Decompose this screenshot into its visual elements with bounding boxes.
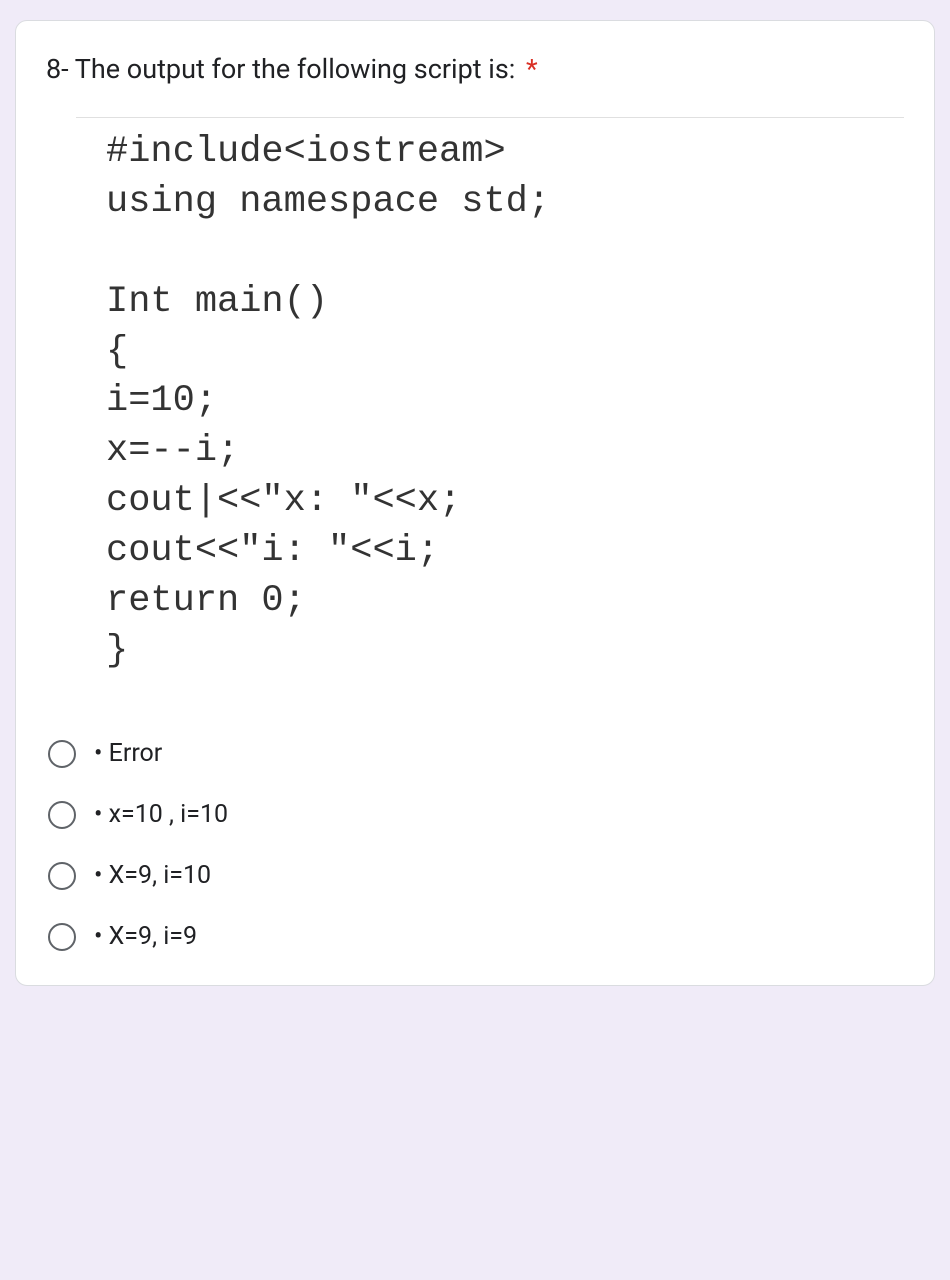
option-x9-i10[interactable]: • X=9, i=10 [46,847,904,904]
question-text-row: 8- The output for the following script i… [46,51,904,89]
radio-icon [48,923,76,951]
option-label: • X=9, i=10 [94,861,211,890]
options-group: • Error • x=10 , i=10 • X=9, i=10 • X=9,… [46,725,904,965]
option-x10-i10[interactable]: • x=10 , i=10 [46,786,904,843]
code-line: cout<<"i: "<<i; [106,527,884,577]
required-star: * [526,53,538,85]
radio-icon [48,862,76,890]
code-line: i=10; [106,377,884,427]
question-text: 8- The output for the following script i… [46,53,515,85]
code-line: return 0; [106,577,884,627]
code-blank-line [106,228,884,278]
question-card: 8- The output for the following script i… [15,20,935,986]
option-error[interactable]: • Error [46,725,904,782]
code-block: #include<iostream> using namespace std; … [76,117,904,695]
code-line: cout|<<"x: "<<x; [106,477,884,527]
code-line: #include<iostream> [106,128,884,178]
code-line: Int main() [106,278,884,328]
code-line: x=--i; [106,427,884,477]
radio-icon [48,801,76,829]
code-line: { [106,328,884,378]
code-line: } [106,627,884,677]
code-line: using namespace std; [106,178,884,228]
option-x9-i9[interactable]: • X=9, i=9 [46,908,904,965]
option-label: • X=9, i=9 [94,922,197,951]
radio-icon [48,740,76,768]
option-label: • x=10 , i=10 [94,800,228,829]
option-label: • Error [94,739,162,768]
